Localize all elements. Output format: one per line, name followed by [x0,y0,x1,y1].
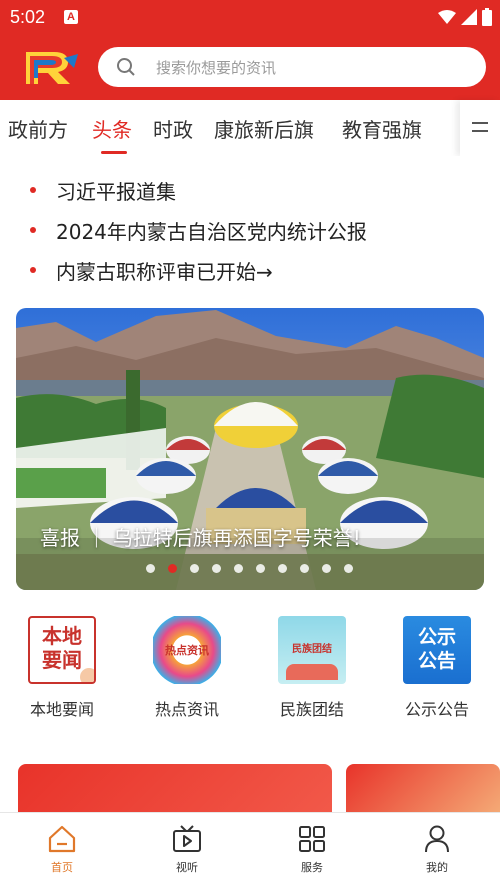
channel-menu-button[interactable] [460,100,500,156]
quick-link-notice[interactable]: 公示 公告 公示公告 [387,616,487,720]
banner-caption: 喜报 ｜ 乌拉特后旗再添国字号荣誉! [40,526,361,550]
nav-services[interactable]: 服务 [272,823,352,875]
video-icon [173,825,201,852]
carousel-dot[interactable] [146,564,155,573]
menu-icon-line [472,130,488,132]
notification-a-icon: A [64,10,78,24]
search-bar[interactable]: 搜索你想要的资讯 [98,47,486,87]
carousel-dot-active[interactable] [168,564,177,573]
tab-shizheng[interactable]: 时政 [153,114,193,143]
quick-link-hot-news[interactable]: 热点资讯 热点资讯 [137,616,237,720]
signal-icon [461,9,477,25]
carousel-dot[interactable] [322,564,331,573]
bullet-dot [30,227,36,233]
active-tab-indicator [101,151,127,154]
app-logo [26,52,78,84]
nav-label: 视听 [176,861,198,874]
quick-link-label: 本地要闻 [29,700,94,719]
nav-label: 服务 [301,861,323,874]
battery-icon [482,8,492,26]
menu-icon [472,122,488,124]
status-icons [438,8,492,26]
carousel-dot[interactable] [256,564,265,573]
carousel-dot[interactable] [212,564,221,573]
nav-label: 我的 [426,861,448,874]
headline-item[interactable]: 内蒙古职称评审已开始→ [30,256,273,285]
carousel-dot[interactable] [300,564,309,573]
bottom-nav: 首页 视听 服务 我的 [0,812,500,888]
app-header: 5:02 A 搜索你想要的资讯 [0,0,500,100]
carousel-indicators [146,564,353,573]
quick-link-local-news[interactable]: 本地 要闻 本地要闻 [12,616,112,720]
carousel-dot[interactable] [190,564,199,573]
tabs-fade [432,100,460,156]
tab-jiaoyu[interactable]: 教育强旗 [342,114,422,143]
headline-item[interactable]: 习近平报道集 [30,176,176,205]
main-content: 习近平报道集 2024年内蒙古自治区党内统计公报 内蒙古职称评审已开始→ 喜报 … [0,156,500,824]
search-icon [117,58,135,76]
nav-label: 首页 [51,861,73,874]
tab-kanglv[interactable]: 康旅新后旗 [214,114,314,143]
user-icon [425,825,449,853]
local-news-icon-text: 本地 要闻 [42,624,82,672]
carousel-dot[interactable] [344,564,353,573]
status-bar: 5:02 A [0,0,500,34]
home-icon [48,825,76,853]
quick-link-ethnic-unity[interactable]: 民族团结 民族团结 [262,616,362,720]
tab-toutiao[interactable]: 头条 [92,114,132,143]
nav-home[interactable]: 首页 [22,823,102,875]
notice-icon: 公示 公告 [403,616,471,684]
quick-link-label: 热点资讯 [154,700,219,719]
carousel-dot[interactable] [234,564,243,573]
headline-text: 习近平报道集 [56,180,176,204]
ethnic-unity-icon-text: 民族团结 [292,644,332,655]
banner-carousel[interactable]: 喜报 ｜ 乌拉特后旗再添国字号荣誉! [16,308,484,590]
quick-link-label: 公示公告 [404,700,469,719]
search-placeholder: 搜索你想要的资讯 [156,59,277,77]
bullet-dot [30,267,36,273]
nav-video[interactable]: 视听 [147,823,227,875]
nav-profile[interactable]: 我的 [397,823,477,875]
quick-links: 本地 要闻 本地要闻 热点资讯 热点资讯 民族团结 民族团结 公示 公告 公示公… [0,616,500,726]
hot-news-icon-text: 热点资讯 [165,644,209,657]
quick-link-label: 民族团结 [279,700,344,719]
grid-icon [299,826,325,852]
headline-text: 内蒙古职称评审已开始→ [56,260,273,284]
channel-tabs: 政前方 头条 时政 康旅新后旗 教育强旗 [0,100,500,156]
status-time: 5:02 [10,7,46,27]
ethnic-unity-icon: 民族团结 [278,616,346,684]
notice-icon-text: 公示 公告 [417,626,456,672]
headline-text: 2024年内蒙古自治区党内统计公报 [56,220,367,244]
hot-news-icon: 热点资讯 [153,616,221,684]
tab-zhengqianfang[interactable]: 政前方 [8,114,68,143]
bullet-dot [30,187,36,193]
headline-item[interactable]: 2024年内蒙古自治区党内统计公报 [30,216,367,245]
carousel-dot[interactable] [278,564,287,573]
wifi-icon [438,10,456,24]
local-news-icon: 本地 要闻 [28,616,96,684]
